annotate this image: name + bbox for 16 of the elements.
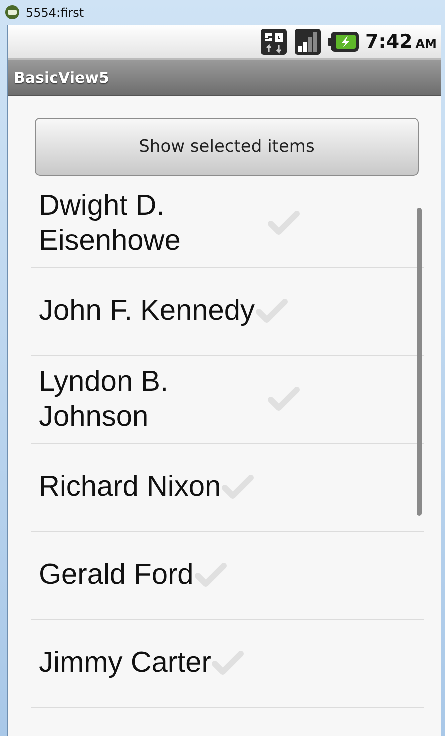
battery-charging-icon xyxy=(328,30,360,52)
window-title: 5554:first xyxy=(26,6,84,20)
signal-icon xyxy=(294,28,322,56)
list-item-label[interactable]: Dwight D. Eisenhowe xyxy=(39,188,267,258)
3g-data-icon xyxy=(260,28,288,56)
list-item-label[interactable]: Richard Nixon xyxy=(39,470,222,505)
list-item-label[interactable]: John F. Kennedy xyxy=(39,294,256,329)
scrollbar[interactable] xyxy=(417,208,422,516)
emulator-icon xyxy=(5,5,20,20)
list-item-label[interactable]: Lyndon B. Johnson xyxy=(39,364,267,434)
clock-meridiem: AM xyxy=(416,36,437,50)
list-item-label[interactable]: Jimmy Carter xyxy=(39,646,212,681)
list-item-label[interactable]: Gerald Ford xyxy=(39,558,194,593)
show-selected-button[interactable]: Show selected items xyxy=(35,118,419,176)
clock-time: 7:42 xyxy=(366,30,413,52)
app-title: BasicView5 xyxy=(14,68,110,86)
